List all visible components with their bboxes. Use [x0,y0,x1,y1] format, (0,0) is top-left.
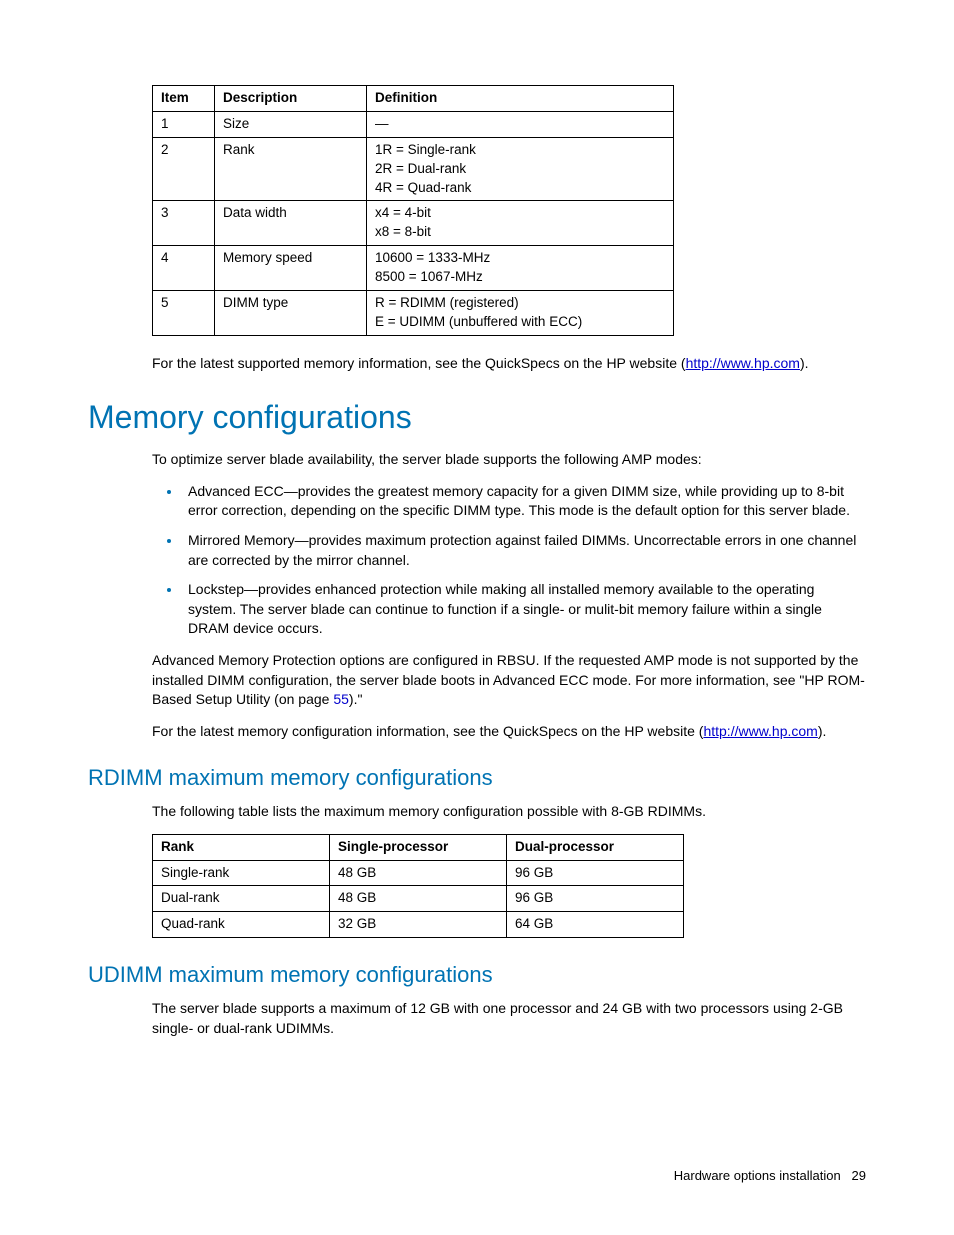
cell-item: 3 [153,201,215,246]
cell-desc: Size [215,111,367,137]
amp-modes-list: Advanced ECC—provides the greatest memor… [182,482,866,639]
cell-def: — [367,111,674,137]
cell-item: 5 [153,291,215,336]
table-row: Quad-rank 32 GB 64 GB [153,912,684,938]
dimm-identifier-table: Item Description Definition 1 Size — 2 R… [152,85,674,336]
cell-desc: Memory speed [215,246,367,291]
cell-dp: 96 GB [507,886,684,912]
footer-section-label: Hardware options installation [674,1168,841,1183]
hp-website-link[interactable]: http://www.hp.com [703,723,817,739]
hp-website-link[interactable]: http://www.hp.com [686,355,800,371]
heading-udimm-max: UDIMM maximum memory configurations [88,960,866,991]
cell-sp: 48 GB [330,860,507,886]
table-header: Definition [367,86,674,112]
table-row: Dual-rank 48 GB 96 GB [153,886,684,912]
text: Advanced Memory Protection options are c… [152,652,865,707]
cell-desc: Rank [215,137,367,201]
rdimm-intro: The following table lists the maximum me… [152,802,866,822]
list-item: Lockstep—provides enhanced protection wh… [182,580,866,639]
table-header-row: Rank Single-processor Dual-processor [153,834,684,860]
footer-page-number: 29 [852,1168,866,1183]
supported-memory-paragraph: For the latest supported memory informat… [152,354,866,374]
cell-dp: 64 GB [507,912,684,938]
cell-def: x4 = 4-bit x8 = 8-bit [367,201,674,246]
cell-rank: Quad-rank [153,912,330,938]
table-header: Item [153,86,215,112]
text: )." [349,691,363,707]
table-header: Description [215,86,367,112]
text: For the latest memory configuration info… [152,723,703,739]
cell-item: 4 [153,246,215,291]
table-header-row: Item Description Definition [153,86,674,112]
table-row: 2 Rank 1R = Single-rank 2R = Dual-rank 4… [153,137,674,201]
cell-dp: 96 GB [507,860,684,886]
text: For the latest supported memory informat… [152,355,686,371]
table-row: 3 Data width x4 = 4-bit x8 = 8-bit [153,201,674,246]
text: ). [800,355,809,371]
text: ). [818,723,827,739]
table-header: Rank [153,834,330,860]
heading-rdimm-max: RDIMM maximum memory configurations [88,763,866,794]
table-header: Single-processor [330,834,507,860]
rdimm-max-table: Rank Single-processor Dual-processor Sin… [152,834,684,939]
cell-def: 1R = Single-rank 2R = Dual-rank 4R = Qua… [367,137,674,201]
table-row: 1 Size — [153,111,674,137]
table-header: Dual-processor [507,834,684,860]
latest-config-paragraph: For the latest memory configuration info… [152,722,866,742]
cell-def: 10600 = 1333-MHz 8500 = 1067-MHz [367,246,674,291]
page-footer: Hardware options installation 29 [674,1167,866,1185]
amp-rbsu-paragraph: Advanced Memory Protection options are c… [152,651,866,710]
cell-rank: Dual-rank [153,886,330,912]
cell-item: 1 [153,111,215,137]
list-item: Advanced ECC—provides the greatest memor… [182,482,866,521]
cell-desc: Data width [215,201,367,246]
udimm-paragraph: The server blade supports a maximum of 1… [152,999,866,1038]
list-item: Mirrored Memory—provides maximum protect… [182,531,866,570]
document-page: Item Description Definition 1 Size — 2 R… [0,0,954,1235]
table-row: 4 Memory speed 10600 = 1333-MHz 8500 = 1… [153,246,674,291]
amp-modes-intro: To optimize server blade availability, t… [152,450,866,470]
cell-def: R = RDIMM (registered) E = UDIMM (unbuff… [367,291,674,336]
cell-sp: 48 GB [330,886,507,912]
cell-rank: Single-rank [153,860,330,886]
cell-desc: DIMM type [215,291,367,336]
page-reference[interactable]: 55 [333,691,349,707]
table-row: Single-rank 48 GB 96 GB [153,860,684,886]
table-row: 5 DIMM type R = RDIMM (registered) E = U… [153,291,674,336]
heading-memory-configurations: Memory configurations [88,395,866,440]
cell-sp: 32 GB [330,912,507,938]
cell-item: 2 [153,137,215,201]
